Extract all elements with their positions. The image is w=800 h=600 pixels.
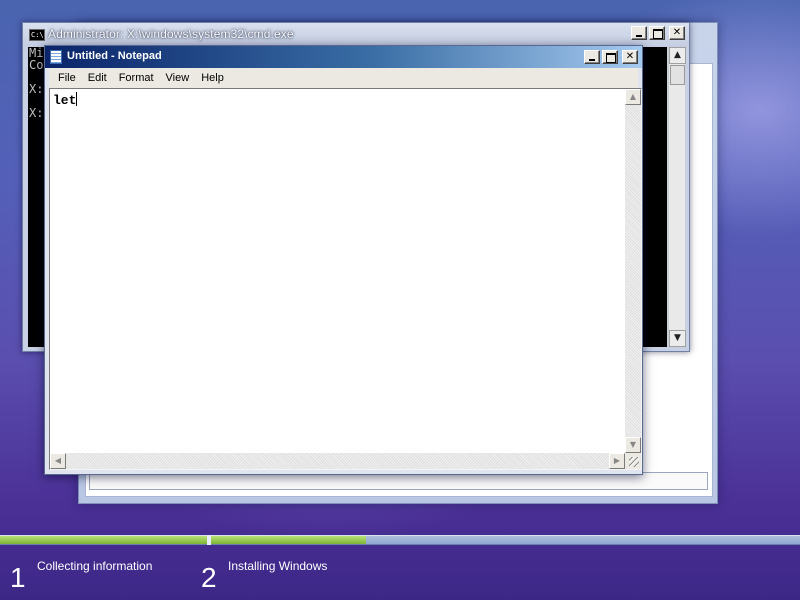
maximize-button[interactable] (649, 26, 665, 40)
scroll-up-arrow-icon[interactable]: ▲ (669, 47, 686, 64)
notepad-window[interactable]: Untitled - Notepad ✕ File Edit Format Vi… (44, 45, 643, 475)
step-label: Installing Windows (228, 559, 328, 573)
cmd-app-icon: C:\ (29, 29, 45, 41)
menu-format[interactable]: Format (113, 72, 160, 84)
step-label: Collecting information (37, 559, 153, 573)
text-caret (76, 92, 78, 106)
scroll-down-arrow-icon[interactable]: ▼ (625, 437, 641, 453)
scroll-left-arrow-icon[interactable]: ◀ (50, 453, 66, 469)
cmd-title-bar[interactable]: C:\ Administrator: X:\windows\system32\c… (23, 23, 689, 47)
progress-step-2-fill (211, 536, 366, 544)
resize-grip-icon[interactable] (625, 453, 641, 469)
notepad-vertical-scrollbar[interactable]: ▲ ▼ (625, 89, 641, 453)
notepad-app-icon (50, 50, 62, 64)
step-number: 2 (201, 562, 217, 593)
notepad-menu-bar: File Edit Format View Help (49, 68, 638, 88)
cmd-caption-buttons: ✕ (631, 26, 685, 40)
minimize-button[interactable] (631, 26, 647, 40)
scroll-up-arrow-icon[interactable]: ▲ (625, 89, 641, 105)
close-button[interactable]: ✕ (622, 50, 638, 64)
menu-file[interactable]: File (52, 72, 82, 84)
console-line: X: (29, 106, 44, 120)
notepad-horizontal-scrollbar[interactable]: ◀ ▶ (50, 453, 625, 469)
close-button[interactable]: ✕ (669, 26, 685, 40)
notepad-title: Untitled - Notepad (67, 50, 162, 62)
console-line: Co (29, 58, 44, 72)
console-line: X: (29, 82, 44, 96)
scroll-down-arrow-icon[interactable]: ▼ (669, 330, 686, 347)
maximize-button[interactable] (602, 50, 618, 64)
notepad-caption-buttons: ✕ (584, 50, 638, 64)
scroll-right-arrow-icon[interactable]: ▶ (609, 453, 625, 469)
notepad-text-area[interactable]: let ▲ ▼ ◀ ▶ (49, 88, 642, 470)
notepad-text: let (53, 93, 77, 108)
menu-help[interactable]: Help (195, 72, 230, 84)
cmd-vertical-scrollbar[interactable]: ▲ ▼ (668, 47, 686, 347)
menu-view[interactable]: View (160, 72, 196, 84)
scroll-thumb[interactable] (670, 65, 685, 85)
step-number: 1 (10, 562, 26, 593)
notepad-content: let (53, 92, 78, 108)
cmd-title: Administrator: X:\windows\system32\cmd.e… (48, 27, 294, 41)
setup-progress-bar (0, 535, 800, 545)
notepad-title-bar[interactable]: Untitled - Notepad ✕ (45, 46, 642, 68)
progress-step-1-fill (0, 536, 207, 544)
minimize-button[interactable] (584, 50, 600, 64)
menu-edit[interactable]: Edit (82, 72, 113, 84)
